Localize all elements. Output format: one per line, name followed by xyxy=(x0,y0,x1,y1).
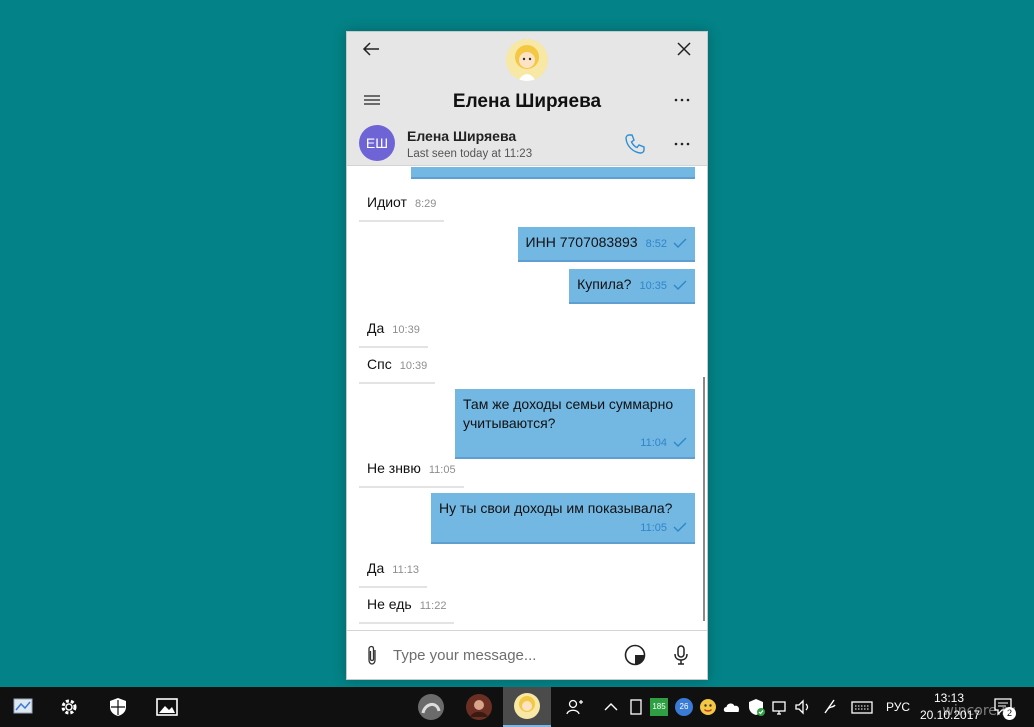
message-time: 11:05 xyxy=(640,522,667,534)
taskbar-settings[interactable] xyxy=(45,687,93,727)
message-time: 11:22 xyxy=(419,600,447,612)
message-list[interactable]: Идиот 8:29 ИНН 7707083893 8:52 Купила? 10:3… xyxy=(347,167,707,631)
title-bar: Елена Ширяева ЕШ Елена Ширяева Last seen… xyxy=(347,32,707,166)
message-time: 10:39 xyxy=(392,324,420,336)
message-time: 8:52 xyxy=(645,238,667,250)
sticker-emoji-icon[interactable] xyxy=(623,643,647,667)
hamburger-menu-icon[interactable] xyxy=(361,90,383,110)
message-text: Идиот xyxy=(367,194,407,210)
message-time: 11:13 xyxy=(392,564,419,576)
defender-shield-icon[interactable] xyxy=(746,697,766,717)
scrollbar[interactable] xyxy=(703,377,705,621)
message-outgoing[interactable]: Купила? 10:35 xyxy=(569,269,695,304)
chevron-up-icon[interactable] xyxy=(601,697,621,717)
counter-badge[interactable]: 185 xyxy=(650,698,668,716)
taskbar-photos[interactable] xyxy=(143,687,191,727)
taskbar: 185 26 РУС 13:13 20.10.2017 2 xyxy=(0,687,1034,727)
attach-paperclip-icon[interactable] xyxy=(361,644,383,666)
contact-photo[interactable] xyxy=(506,39,548,81)
window-title: Елена Ширяева xyxy=(452,91,602,112)
message-incoming[interactable]: Спс 10:39 xyxy=(359,349,436,384)
phone-call-icon[interactable] xyxy=(623,132,647,156)
contact-header: ЕШ Елена Ширяева Last seen today at 11:2… xyxy=(347,118,707,166)
read-check-icon xyxy=(673,280,687,291)
photos-icon xyxy=(156,698,178,716)
input-language[interactable]: РУС xyxy=(886,700,910,714)
contact-avatar[interactable]: ЕШ xyxy=(359,125,395,161)
back-arrow-icon[interactable] xyxy=(361,38,383,60)
telegram-window: Елена Ширяева ЕШ Елена Ширяева Last seen… xyxy=(346,31,708,680)
window-manager-icon xyxy=(13,698,33,714)
user-photo-icon xyxy=(466,694,492,720)
user-photo-icon xyxy=(418,694,444,720)
taskbar-app-manager[interactable] xyxy=(0,687,48,727)
message-incoming[interactable]: Не знвю 11:05 xyxy=(359,453,464,488)
message-time: 10:39 xyxy=(399,360,428,372)
taskbar-app-avatar-1[interactable] xyxy=(407,687,455,727)
message-text: Да xyxy=(367,320,385,336)
message-text: Да xyxy=(367,560,385,576)
contact-name[interactable]: Елена Ширяева xyxy=(407,128,516,144)
close-icon[interactable] xyxy=(673,38,695,60)
tablet-icon[interactable] xyxy=(626,697,646,717)
message-text: ИНН 7707083893 xyxy=(525,234,638,250)
touch-keyboard-icon[interactable] xyxy=(850,697,874,717)
message-input-bar xyxy=(347,630,707,679)
people-icon[interactable] xyxy=(565,697,585,717)
shield-icon xyxy=(110,698,126,716)
message-incoming[interactable]: Идиот 8:29 xyxy=(359,187,445,222)
message-input[interactable] xyxy=(393,643,613,667)
message-bubble-partial xyxy=(411,167,695,179)
onedrive-cloud-icon[interactable] xyxy=(722,697,742,717)
message-text: Купила? xyxy=(577,276,632,292)
message-outgoing[interactable]: Ну ты свои доходы им показывала? 11:05 xyxy=(431,493,695,544)
emoji-app-icon[interactable] xyxy=(698,697,718,717)
read-check-icon xyxy=(673,238,687,249)
message-text: Ну ты свои доходы им показывала? xyxy=(439,500,673,516)
message-time: 11:05 xyxy=(428,464,456,476)
message-incoming[interactable]: Да 10:39 xyxy=(359,313,428,348)
network-icon[interactable] xyxy=(770,697,790,717)
more-options-icon[interactable] xyxy=(671,90,693,110)
message-text: Там же доходы семьи суммарно учитываются… xyxy=(463,396,674,431)
taskbar-telegram-chat[interactable] xyxy=(503,687,551,727)
message-text: Не знвю xyxy=(367,460,421,476)
message-time: 10:35 xyxy=(639,280,667,292)
message-incoming[interactable]: Не едь 11:22 xyxy=(359,589,455,624)
contact-more-icon[interactable] xyxy=(671,134,693,154)
read-check-icon xyxy=(673,522,687,533)
contact-status: Last seen today at 11:23 xyxy=(407,148,533,160)
message-incoming[interactable]: Да 11:13 xyxy=(359,553,427,588)
message-text: Спс xyxy=(367,356,392,372)
settings-gear-icon xyxy=(61,699,77,715)
volume-icon[interactable] xyxy=(793,697,813,717)
weather-badge[interactable]: 26 xyxy=(675,698,693,716)
message-time: 8:29 xyxy=(414,198,437,210)
message-outgoing[interactable]: ИНН 7707083893 8:52 xyxy=(517,227,695,262)
microphone-icon[interactable] xyxy=(669,643,693,667)
taskbar-app-avatar-2[interactable] xyxy=(455,687,503,727)
contact-photo-icon xyxy=(514,693,540,719)
watermark-text: wincore.ru xyxy=(942,703,1016,719)
read-check-icon xyxy=(673,437,687,448)
message-outgoing[interactable]: Там же доходы семьи суммарно учитываются… xyxy=(455,389,695,459)
message-text: Не едь xyxy=(367,596,412,612)
taskbar-security[interactable] xyxy=(94,687,142,727)
pen-ink-icon[interactable] xyxy=(820,697,840,717)
message-time: 11:04 xyxy=(640,437,667,449)
